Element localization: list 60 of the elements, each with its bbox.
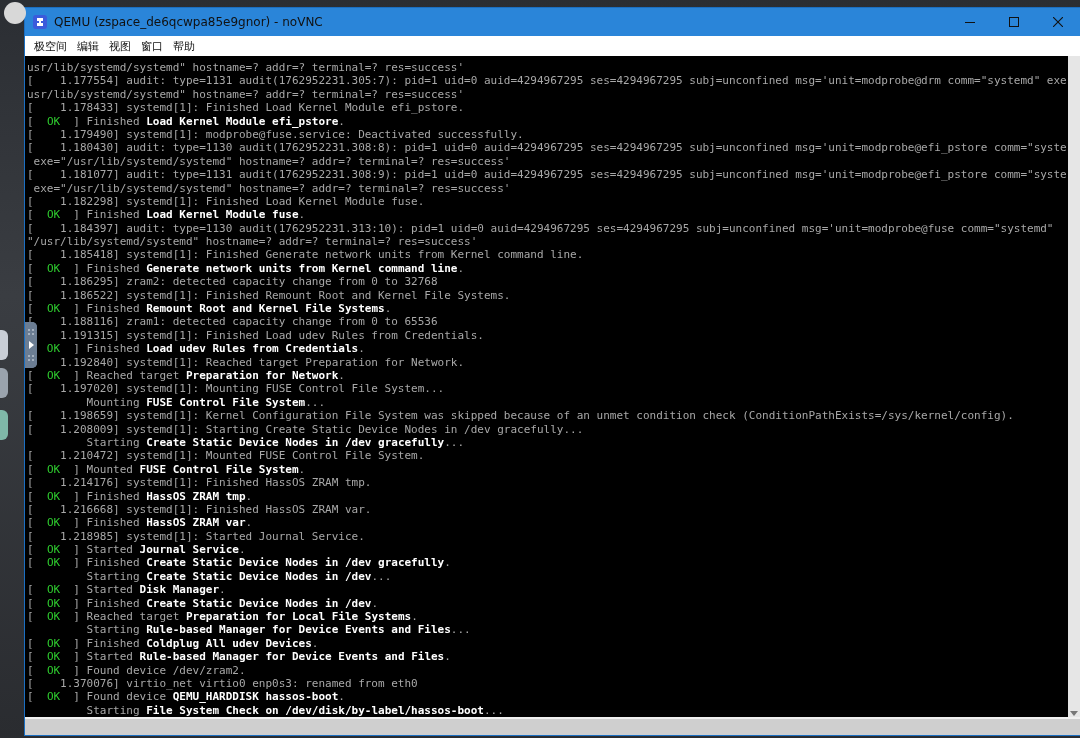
terminal-line: [ OK ] Finished Generate network units from Kernel command line.	[27, 261, 465, 276]
terminal-line: exe="/usr/lib/systemd/systemd" hostname=? addr=? terminal=? res=success'	[32, 154, 511, 169]
terminal-line: [ 1.186522] systemd[1]: Finished Remount Root and Kernel File Systems.	[27, 288, 511, 303]
menu-item[interactable]: 窗口	[136, 38, 168, 54]
terminal-line: [ 1.210472] systemd[1]: Mounted FUSE Control File System.	[27, 449, 425, 463]
terminal-line: [ OK ] Reached target Preparation for Local File Systems.	[27, 610, 418, 624]
terminal-line: [ 1.177554] audit: type=1131 audit(1762952231.305:7): pid=1 uid=0 auid=4294967295 ses=4294967295 subj=unconfined msg='unit=modprobe@drm comm="systemd" exe	[27, 74, 1067, 88]
terminal-line: 1.192840] systemd[1]: Reached target Preparation for Network.	[59, 355, 465, 369]
terminal-line: Starting File System Check on /dev/disk/by-label/hassos-boot...	[85, 703, 504, 717]
terminal-line: [ 1.184397] audit: type=1130 audit(1762952231.313:10): pid=1 uid=0 auid=4294967295 ses=4294967295 subj=unconfined msg='unit=modprobe@fuse comm="systemd"	[27, 221, 1054, 236]
terminal-line: [ 1.198659] systemd[1]: Kernel Configuration File System was skipped because of an unmet condition check (ConditionPathExists=/sys/kernel/config).	[27, 409, 1014, 423]
close-icon[interactable]	[1053, 17, 1063, 27]
menu-item[interactable]: 极空间	[29, 38, 72, 54]
terminal-line: Starting Rule-based Manager for Device Events and Files...	[85, 623, 471, 637]
window-title: QEMU (zspace_de6qcwpa85e9gnor) - noVNC	[54, 15, 324, 29]
horizontal-scrollbar[interactable]	[25, 717, 1080, 735]
terminal-line: [ OK ] Finished Coldplug All udev Devices.	[27, 636, 319, 651]
terminal-line: [ 1.370076] virtio_net virtio0 enp0s3: renamed from eth0	[27, 676, 418, 691]
terminal-line: Starting Create Static Device Nodes in /dev...	[85, 569, 392, 584]
maximize-icon[interactable]	[1009, 17, 1019, 27]
terminal-line: Mounting FUSE Control File System...	[85, 395, 326, 410]
terminal-line: [ OK ] Started Disk Manager.	[27, 583, 226, 597]
terminal-line: [ OK ] Mounted FUSE Control File System.	[27, 462, 306, 477]
terminal-line: [ OK ] Finished Create Static Device Nodes in /dev.	[27, 596, 378, 610]
menu-item[interactable]: 帮助	[168, 38, 200, 54]
vertical-scrollbar[interactable]	[1068, 56, 1080, 717]
terminal-line: OK ] Finished Load udev Rules from Credentials.	[45, 342, 365, 356]
terminal-line: [ 1.218985] systemd[1]: Started Journal Service.	[27, 529, 365, 544]
terminal-line: [ 1.208009] systemd[1]: Starting Create Static Device Nodes in /dev gracefully...	[27, 422, 584, 436]
terminal-line: [ OK ] Finished Remount Root and Kernel File Systems.	[27, 302, 392, 316]
terminal-line: usr/lib/systemd/systemd" hostname=? addr=? terminal=? res=success'	[27, 61, 465, 75]
terminal-line: [ OK ] Reached target Preparation for Network.	[27, 369, 345, 383]
menu-item[interactable]: 视图	[104, 38, 136, 54]
terminal-line: 1.191315] systemd[1]: Finished Load udev Rules from Credentials.	[59, 328, 484, 343]
terminal-line: [ 1.216668] systemd[1]: Finished HassOS ZRAM var.	[27, 502, 372, 517]
terminal-line: [ OK ] Finished Load Kernel Module efi_pstore.	[27, 114, 345, 128]
terminal-line: [ 1.186295] zram2: detected capacity change from 0 to 32768	[27, 275, 438, 289]
terminal-line: [ OK ] Found device QEMU_HARDDISK hassos-boot.	[27, 690, 345, 704]
terminal-line: usr/lib/systemd/systemd" hostname=? addr=? terminal=? res=success'	[27, 87, 465, 102]
user-avatar[interactable]	[4, 2, 26, 24]
terminal-line: [ 1.180430] audit: type=1130 audit(1762952231.308:8): pid=1 uid=0 auid=4294967295 ses=4294967295 subj=unconfined msg='unit=modprobe@efi_pstore comm="syste	[27, 141, 1067, 155]
terminal-line: [ 1.181077] audit: type=1131 audit(1762952231.308:9): pid=1 uid=0 auid=4294967295 ses=4294967295 subj=unconfined msg='unit=modprobe@efi_pstore comm="syste	[27, 168, 1067, 182]
terminal-line: "/usr/lib/systemd/systemd" hostname=? addr=? terminal=? res=success'	[27, 235, 478, 249]
terminal-line: exe="/usr/lib/systemd/systemd" hostname=? addr=? terminal=? res=success'	[32, 181, 511, 195]
terminal-line: [ 1.178433] systemd[1]: Finished Load Kernel Module efi_pstore.	[27, 101, 465, 115]
terminal-line: [ OK ] Finished Load Kernel Module fuse.	[27, 208, 306, 222]
terminal-line: [ 1.182298] systemd[1]: Finished Load Kernel Module fuse.	[27, 194, 425, 209]
sidebar-handle[interactable]	[25, 322, 37, 368]
terminal-line: Starting Create Static Device Nodes in /dev gracefully...	[85, 435, 465, 450]
terminal-line: [ OK ] Started Journal Service.	[27, 543, 246, 557]
terminal-line: [ 1.214176] systemd[1]: Finished HassOS ZRAM tmp.	[27, 476, 372, 490]
terminal-line: [ 1.179490] systemd[1]: modprobe@fuse.service: Deactivated successfully.	[27, 127, 524, 142]
terminal-line: [ OK ] Finished Create Static Device Nodes in /dev gracefully.	[27, 556, 451, 570]
terminal-line: [ 1.197020] systemd[1]: Mounting FUSE Control File System...	[27, 382, 445, 396]
terminal-line: [ 1.185418] systemd[1]: Finished Generate network units from Kernel command line.	[27, 248, 584, 262]
menu-item[interactable]: 编辑	[72, 38, 104, 54]
terminal-line: [ OK ] Found device /dev/zram2.	[27, 663, 246, 677]
terminal-line: [ OK ] Started Rule-based Manager for Device Events and Files.	[27, 650, 451, 664]
terminal-line: [ OK ] Finished HassOS ZRAM var.	[27, 516, 253, 530]
terminal-line: [ OK ] Finished HassOS ZRAM tmp.	[27, 489, 253, 503]
